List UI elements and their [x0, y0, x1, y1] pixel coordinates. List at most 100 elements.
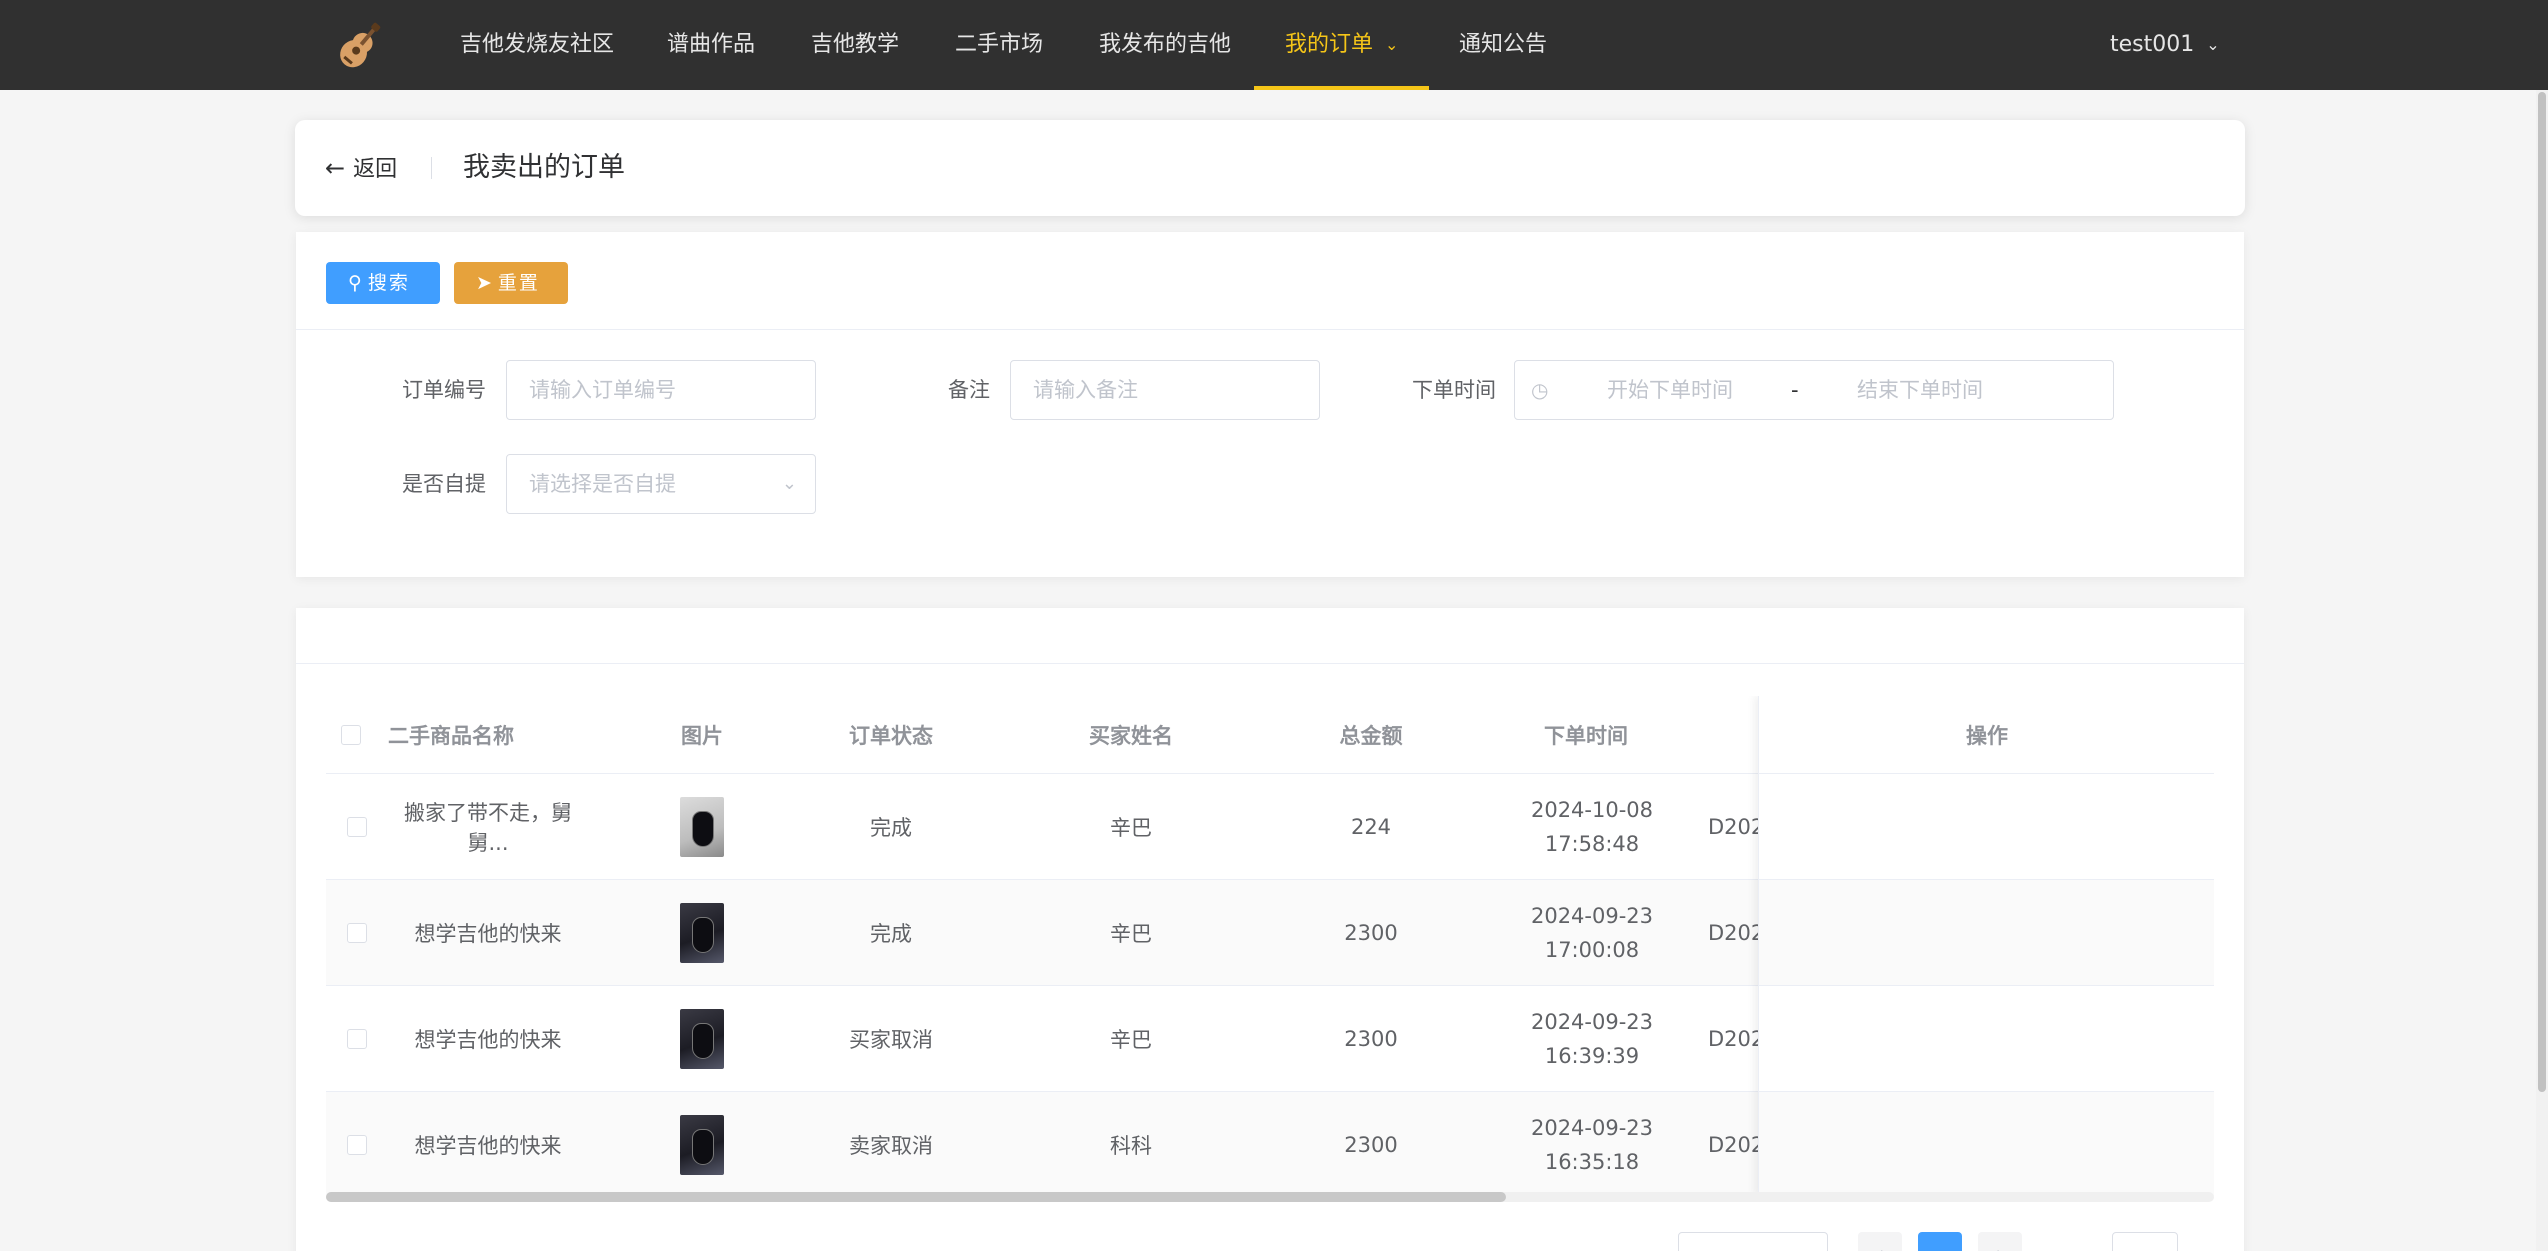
- nav-item-community[interactable]: 吉他发烧友社区: [460, 0, 614, 90]
- row-checkbox[interactable]: [347, 816, 367, 837]
- self-pickup-placeholder: 请选择是否自提: [529, 472, 676, 496]
- next-page-button[interactable]: ›: [1978, 1232, 2022, 1251]
- cell-image[interactable]: [656, 880, 748, 985]
- col-header-image: 图片: [681, 723, 723, 748]
- cell-buyer: 辛巴: [1110, 1027, 1152, 1052]
- row-select-cell: [326, 880, 388, 985]
- search-panel: ⚲ 搜索 ➤ 重置 订单编号 请输入订单编号 备注 请输入备注 下单时间 ◷ 开始下…: [296, 232, 2244, 577]
- nav-item-teaching[interactable]: 吉他教学: [811, 0, 899, 90]
- nav-item-second-hand[interactable]: 二手市场: [955, 0, 1043, 90]
- page-size-select[interactable]: [1678, 1232, 1828, 1251]
- product-thumbnail[interactable]: [680, 1114, 724, 1175]
- actions-cell: [1759, 1092, 2214, 1196]
- cell-amount: 2300: [1344, 1026, 1398, 1051]
- cell-order-no: D202: [1708, 920, 1762, 945]
- row-checkbox[interactable]: [347, 1134, 367, 1155]
- actions-column: 操作: [1758, 696, 2214, 1196]
- cell-status: 完成: [870, 815, 912, 840]
- page-number-button[interactable]: [1918, 1232, 1962, 1251]
- nav-item-my-orders-label: 我的订单: [1285, 32, 1374, 57]
- cell-image[interactable]: [656, 986, 748, 1091]
- cell-buyer: 科科: [1110, 1133, 1152, 1158]
- page-title: 我卖出的订单: [463, 152, 625, 183]
- cell-order-no: D202: [1708, 1026, 1762, 1051]
- orders-table: 二手商品名称 图片 订单状态 买家姓名 总金额 下单时间 搬家了带不走，舅舅..…: [326, 696, 2214, 1196]
- cell-amount: 2300: [1344, 1132, 1398, 1157]
- row-checkbox[interactable]: [347, 1028, 367, 1049]
- actions-cell: [1759, 880, 2214, 986]
- scrollbar-thumb[interactable]: [2538, 92, 2546, 1092]
- col-header-status: 订单状态: [849, 723, 933, 748]
- jump-page-input[interactable]: [2112, 1232, 2178, 1251]
- order-no-label: 订单编号: [402, 378, 486, 402]
- remark-placeholder: 请输入备注: [1033, 378, 1138, 402]
- order-no-input[interactable]: 请输入订单编号: [506, 360, 816, 420]
- cell-name: 搬家了带不走，舅舅...: [404, 800, 572, 855]
- nav-item-my-guitars[interactable]: 我发布的吉他: [1099, 0, 1231, 90]
- row-select-cell: [326, 1092, 388, 1196]
- col-header-buyer: 买家姓名: [1089, 723, 1173, 748]
- search-button[interactable]: ⚲ 搜索: [326, 262, 440, 304]
- divider: [296, 329, 2244, 330]
- back-label: 返回: [353, 157, 398, 182]
- cell-time: 2024-09-23 16:35:18: [1530, 1115, 1654, 1174]
- back-button[interactable]: ← 返回: [325, 120, 397, 216]
- nav-item-announcements[interactable]: 通知公告: [1459, 0, 1547, 90]
- cell-buyer: 辛巴: [1110, 921, 1152, 946]
- product-thumbnail[interactable]: [680, 902, 724, 963]
- search-icon: ⚲: [348, 272, 362, 294]
- row-select-cell: [326, 774, 388, 879]
- clock-icon: ◷: [1531, 378, 1549, 402]
- cell-name: 想学吉他的快来: [414, 1027, 562, 1052]
- order-time-range-picker[interactable]: ◷ 开始下单时间 - 结束下单时间: [1514, 360, 2114, 420]
- cell-order-no: D202: [1708, 814, 1762, 839]
- cell-image[interactable]: [656, 1092, 748, 1196]
- cell-status: 卖家取消: [849, 1133, 933, 1158]
- username: test001: [2110, 32, 2195, 57]
- page-scrollbar[interactable]: [2536, 90, 2548, 1251]
- scrollbar-thumb[interactable]: [326, 1192, 1506, 1202]
- order-time-label: 下单时间: [1412, 378, 1496, 402]
- cell-image[interactable]: [656, 774, 748, 879]
- header-divider: [431, 157, 432, 179]
- nav-item-compositions[interactable]: 谱曲作品: [667, 0, 755, 90]
- cell-order-no: D202: [1708, 1132, 1762, 1157]
- nav-item-my-orders[interactable]: 我的订单 ⌄: [1285, 0, 1398, 90]
- self-pickup-label: 是否自提: [402, 472, 486, 496]
- send-icon: ➤: [476, 272, 492, 294]
- table-horizontal-scrollbar[interactable]: [326, 1192, 2214, 1202]
- guitar-logo-icon[interactable]: [332, 18, 388, 74]
- range-separator: -: [1791, 378, 1799, 402]
- end-time-placeholder: 结束下单时间: [1857, 378, 1983, 402]
- cell-status: 买家取消: [849, 1027, 933, 1052]
- cell-status: 完成: [870, 921, 912, 946]
- self-pickup-select[interactable]: 请选择是否自提 ⌄: [506, 454, 816, 514]
- chevron-down-icon: ⌄: [781, 473, 797, 494]
- cell-buyer: 辛巴: [1110, 815, 1152, 840]
- divider: [296, 663, 2244, 664]
- actions-cell: [1759, 986, 2214, 1092]
- reset-button[interactable]: ➤ 重置: [454, 262, 568, 304]
- chevron-down-icon: ⌄: [1385, 35, 1399, 54]
- order-no-placeholder: 请输入订单编号: [529, 378, 676, 402]
- row-select-cell: [326, 986, 388, 1091]
- cell-amount: 2300: [1344, 920, 1398, 945]
- product-thumbnail[interactable]: [680, 1008, 724, 1069]
- search-button-label: 搜索: [367, 272, 410, 294]
- remark-input[interactable]: 请输入备注: [1010, 360, 1320, 420]
- prev-page-button[interactable]: ‹: [1858, 1232, 1902, 1251]
- col-header-name: 二手商品名称: [388, 723, 514, 748]
- col-header-actions: 操作: [1759, 696, 2214, 774]
- row-checkbox[interactable]: [347, 922, 367, 943]
- reset-button-label: 重置: [497, 272, 540, 294]
- col-header-amount: 总金额: [1339, 723, 1403, 748]
- arrow-left-icon: ←: [325, 154, 346, 182]
- cell-time: 2024-09-23 16:39:39: [1530, 1009, 1654, 1068]
- select-all-checkbox[interactable]: [341, 724, 361, 745]
- top-navbar: 吉他发烧友社区 谱曲作品 吉他教学 二手市场 我发布的吉他 我的订单 ⌄ 通知公告…: [0, 0, 2548, 90]
- cell-amount: 224: [1350, 814, 1392, 839]
- product-thumbnail[interactable]: [680, 796, 724, 857]
- active-nav-indicator: [1254, 86, 1429, 90]
- page-header: ← 返回 我卖出的订单: [295, 120, 2245, 216]
- user-menu[interactable]: test001 ⌄: [2110, 0, 2220, 90]
